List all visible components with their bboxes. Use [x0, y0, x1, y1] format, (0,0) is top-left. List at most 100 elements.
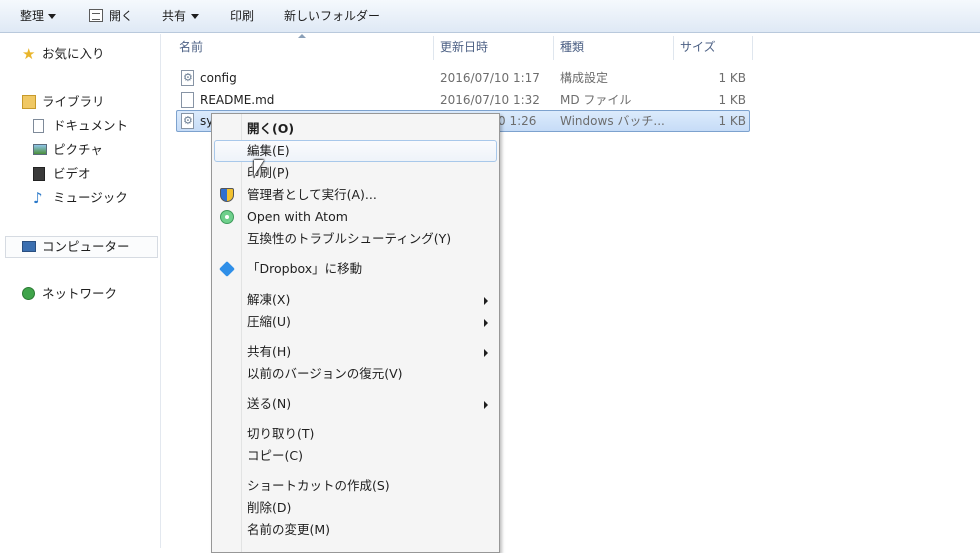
computer-icon: [22, 241, 36, 252]
menu-item-create-shortcut[interactable]: ショートカットの作成(S): [214, 475, 497, 497]
submenu-arrow-icon: [484, 401, 488, 409]
menu-item-run-as-admin[interactable]: 管理者として実行(A)...: [214, 184, 497, 206]
batch-file-icon: [181, 113, 194, 129]
file-size: 1 KB: [718, 93, 746, 107]
file-date: 0 1:26: [498, 114, 537, 128]
menu-label: コピー(C): [247, 448, 303, 463]
document-file-icon: [181, 92, 194, 108]
nav-label-network: ネットワーク: [42, 286, 118, 301]
column-header-type[interactable]: 種類: [560, 34, 584, 60]
menu-label: 送る(N): [247, 396, 292, 411]
nav-label-computer: コンピューター: [42, 239, 130, 254]
menu-item-troubleshoot[interactable]: 互換性のトラブルシューティング(Y): [214, 228, 497, 250]
nav-item-documents[interactable]: ドキュメント: [33, 115, 153, 137]
file-name: config: [200, 71, 237, 85]
settings-file-icon: [181, 70, 194, 86]
sort-ascending-icon: [298, 34, 306, 38]
uac-shield-icon: [220, 188, 234, 202]
nav-item-music[interactable]: ♪ ミュージック: [33, 187, 153, 209]
menu-label: 以前のバージョンの復元(V): [247, 366, 403, 381]
nav-item-pictures[interactable]: ピクチャ: [33, 139, 153, 161]
column-header-size[interactable]: サイズ: [680, 34, 716, 60]
menu-item-compress[interactable]: 圧縮(U): [214, 311, 497, 333]
submenu-arrow-icon: [484, 319, 488, 327]
mouse-pointer-icon: [254, 160, 264, 176]
menu-label: 圧縮(U): [247, 314, 291, 329]
nav-label-favorites: お気に入り: [42, 46, 105, 61]
menu-item-open[interactable]: 開く(O): [214, 118, 497, 140]
menu-label: 共有(H): [247, 344, 292, 359]
atom-icon: [220, 210, 234, 224]
context-menu: 開く(O) 編集(E) 印刷(P) 管理者として実行(A)... Open wi…: [211, 113, 500, 553]
menu-label: 切り取り(T): [247, 426, 315, 441]
new-folder-button[interactable]: 新しいフォルダー: [284, 0, 380, 33]
share-button[interactable]: 共有: [162, 0, 186, 33]
file-type: MD ファイル: [560, 93, 632, 107]
file-name: README.md: [200, 93, 275, 107]
nav-label-documents: ドキュメント: [53, 118, 129, 133]
nav-label-videos: ビデオ: [53, 166, 91, 181]
command-bar: 整理 開く 共有 印刷 新しいフォルダー: [0, 0, 980, 33]
picture-icon: [33, 144, 47, 155]
menu-item-send-to[interactable]: 送る(N): [214, 393, 497, 415]
organize-dropdown-icon[interactable]: [48, 14, 56, 19]
nav-label-libraries: ライブラリ: [42, 94, 105, 109]
document-icon: [33, 119, 44, 133]
menu-item-extract[interactable]: 解凍(X): [214, 289, 497, 311]
file-type: Windows バッチ...: [560, 114, 665, 128]
file-date: 2016/07/10 1:17: [440, 71, 540, 85]
menu-label: 解凍(X): [247, 292, 291, 307]
file-row-config[interactable]: config 2016/07/10 1:17 構成設定 1 KB: [176, 67, 750, 89]
column-divider[interactable]: [673, 36, 674, 60]
dropbox-icon: [219, 261, 235, 277]
file-row-readme[interactable]: README.md 2016/07/10 1:32 MD ファイル 1 KB: [176, 89, 750, 111]
file-date: 2016/07/10 1:32: [440, 93, 540, 107]
network-icon: [22, 287, 35, 300]
column-divider[interactable]: [553, 36, 554, 60]
menu-label: 名前の変更(M): [247, 522, 331, 537]
nav-label-pictures: ピクチャ: [53, 142, 103, 157]
menu-label: Open with Atom: [247, 209, 348, 224]
library-icon: [22, 95, 36, 109]
menu-item-copy[interactable]: コピー(C): [214, 445, 497, 467]
video-icon: [33, 167, 45, 181]
column-divider[interactable]: [752, 36, 753, 60]
file-size: 1 KB: [718, 71, 746, 85]
nav-item-videos[interactable]: ビデオ: [33, 163, 153, 185]
star-icon: ★: [22, 45, 36, 63]
menu-label: 編集(E): [247, 143, 290, 158]
menu-label: 管理者として実行(A)...: [247, 187, 377, 202]
nav-item-computer[interactable]: コンピューター: [22, 236, 152, 258]
menu-label: ショートカットの作成(S): [247, 478, 390, 493]
file-type: 構成設定: [560, 71, 609, 85]
menu-item-cut[interactable]: 切り取り(T): [214, 423, 497, 445]
menu-item-edit[interactable]: 編集(E): [214, 140, 497, 162]
menu-item-share-with[interactable]: 共有(H): [214, 341, 497, 363]
music-note-icon: ♪: [33, 189, 43, 207]
nav-item-libraries[interactable]: ライブラリ: [22, 91, 152, 113]
open-button[interactable]: 開く: [109, 0, 133, 33]
organize-label: 整理: [20, 9, 45, 23]
menu-label: 「Dropbox」に移動: [247, 261, 363, 276]
nav-label-music: ミュージック: [53, 190, 128, 205]
menu-label: 削除(D): [247, 500, 292, 515]
nav-item-network[interactable]: ネットワーク: [22, 283, 152, 305]
submenu-arrow-icon: [484, 297, 488, 305]
menu-item-open-with-atom[interactable]: Open with Atom: [214, 206, 497, 228]
column-header-date[interactable]: 更新日時: [440, 34, 488, 60]
column-divider[interactable]: [433, 36, 434, 60]
menu-item-delete[interactable]: 削除(D): [214, 497, 497, 519]
menu-item-move-to-dropbox[interactable]: 「Dropbox」に移動: [214, 258, 497, 280]
navigation-pane: ★ お気に入り ライブラリ ドキュメント ピクチャ ビデオ ♪ ミュージック コ…: [0, 34, 161, 548]
submenu-arrow-icon: [484, 349, 488, 357]
share-dropdown-icon[interactable]: [191, 14, 199, 19]
open-icon[interactable]: [89, 9, 103, 22]
organize-button[interactable]: 整理: [20, 0, 44, 33]
print-button[interactable]: 印刷: [230, 0, 254, 33]
menu-item-restore-versions[interactable]: 以前のバージョンの復元(V): [214, 363, 497, 385]
menu-label: 開く(O): [247, 121, 295, 136]
column-header-name[interactable]: 名前: [179, 34, 203, 60]
menu-item-rename[interactable]: 名前の変更(M): [214, 519, 497, 541]
nav-item-favorites[interactable]: ★ お気に入り: [22, 43, 152, 65]
file-size: 1 KB: [718, 114, 746, 128]
